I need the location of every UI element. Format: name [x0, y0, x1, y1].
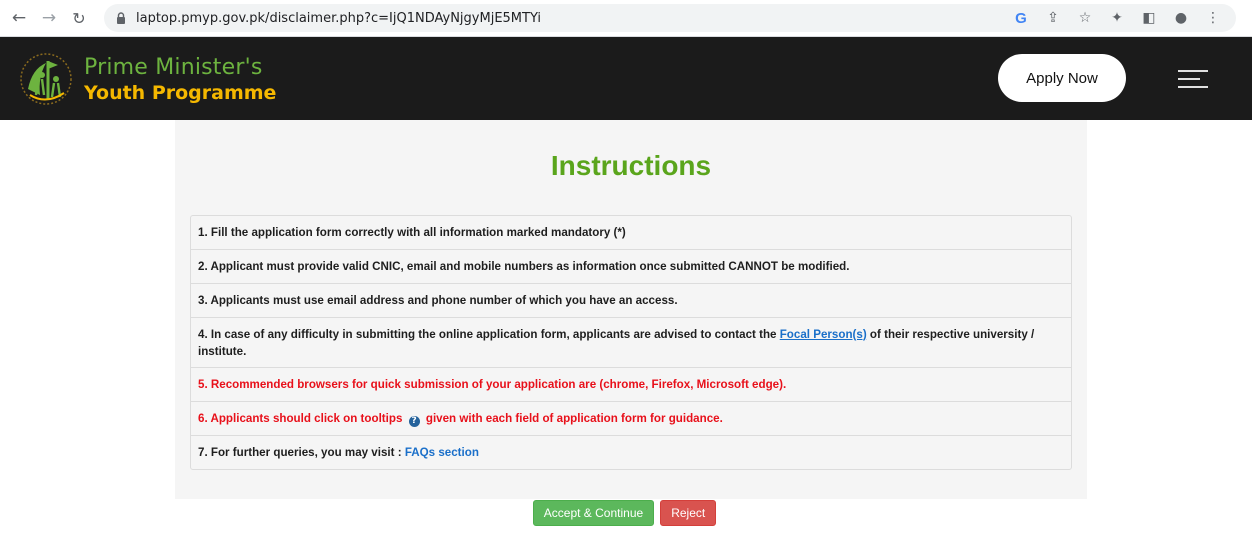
- more-menu-icon[interactable]: ⋮: [1204, 9, 1222, 27]
- logo-subtitle: Youth Programme: [84, 82, 277, 104]
- instructions-list: 1. Fill the application form correctly w…: [190, 215, 1072, 470]
- reload-icon[interactable]: ↻: [68, 7, 90, 29]
- instruction-item: 1. Fill the application form correctly w…: [191, 216, 1071, 250]
- focal-person-link[interactable]: Focal Person(s): [780, 328, 867, 341]
- reject-button[interactable]: Reject: [660, 500, 717, 526]
- google-lens-icon[interactable]: G: [1012, 9, 1030, 27]
- url-text[interactable]: laptop.pmyp.gov.pk/disclaimer.php?c=IjQ1…: [136, 11, 541, 26]
- instruction-item: 5. Recommended browsers for quick submis…: [191, 368, 1071, 402]
- instruction-item: 2. Applicant must provide valid CNIC, em…: [191, 250, 1071, 284]
- address-bar[interactable]: laptop.pmyp.gov.pk/disclaimer.php?c=IjQ1…: [104, 4, 1236, 32]
- pmyp-logo-icon[interactable]: [18, 49, 74, 107]
- instruction-item: 6. Applicants should click on tooltips ?…: [191, 402, 1071, 436]
- bookmark-star-icon[interactable]: ☆: [1076, 9, 1094, 27]
- tooltip-info-icon: ?: [408, 416, 420, 427]
- share-icon[interactable]: ⇪: [1044, 9, 1062, 27]
- accept-continue-button[interactable]: Accept & Continue: [532, 500, 655, 526]
- site-header: Prime Minister's Youth Programme Apply N…: [0, 37, 1252, 120]
- logo-title: Prime Minister's: [84, 55, 263, 80]
- instruction-item: 7. For further queries, you may visit : …: [198, 446, 479, 459]
- extensions-puzzle-icon[interactable]: ✦: [1108, 9, 1126, 27]
- instruction-item: 3. Applicants must use email address and…: [191, 284, 1071, 318]
- instruction-item: 4. In case of any difficulty in submitti…: [191, 318, 1071, 368]
- profile-avatar-icon[interactable]: ●: [1172, 9, 1190, 27]
- hamburger-menu-icon[interactable]: [1178, 68, 1208, 90]
- apply-now-button[interactable]: Apply Now: [998, 54, 1126, 102]
- side-panel-icon[interactable]: ◧: [1140, 9, 1158, 27]
- back-arrow-icon[interactable]: ←: [8, 7, 30, 29]
- browser-toolbar: ← → ↻ laptop.pmyp.gov.pk/disclaimer.php?…: [0, 0, 1252, 37]
- faqs-link[interactable]: FAQs section: [405, 446, 479, 459]
- action-buttons: Accept & Continue Reject: [0, 500, 1252, 526]
- forward-arrow-icon[interactable]: →: [38, 7, 60, 29]
- lock-icon: [114, 11, 128, 25]
- page-title: Instructions: [550, 150, 712, 181]
